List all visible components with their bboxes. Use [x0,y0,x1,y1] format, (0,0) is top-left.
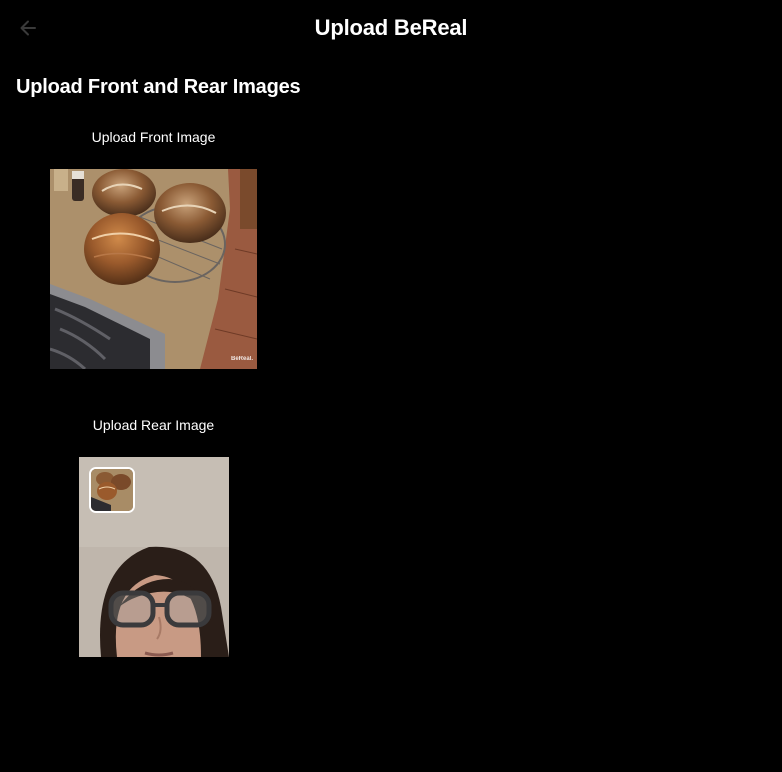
thumbnail-photo-bread [91,469,133,511]
page-title: Upload BeReal [314,15,468,40]
app-header: Upload BeReal [0,0,782,56]
upload-bereal-screen: Upload BeReal Upload Front and Rear Imag… [0,0,782,772]
section-title: Upload Front and Rear Images [16,76,301,98]
front-thumbnail[interactable] [89,467,135,513]
front-photo-bread [50,169,257,369]
upload-rear-label[interactable]: Upload Rear Image [50,415,257,435]
bereal-watermark: BeReal. [230,356,253,362]
rear-image-preview[interactable] [79,457,229,657]
upload-front-label[interactable]: Upload Front Image [50,127,257,147]
front-image-preview[interactable]: BeReal. [50,169,257,369]
